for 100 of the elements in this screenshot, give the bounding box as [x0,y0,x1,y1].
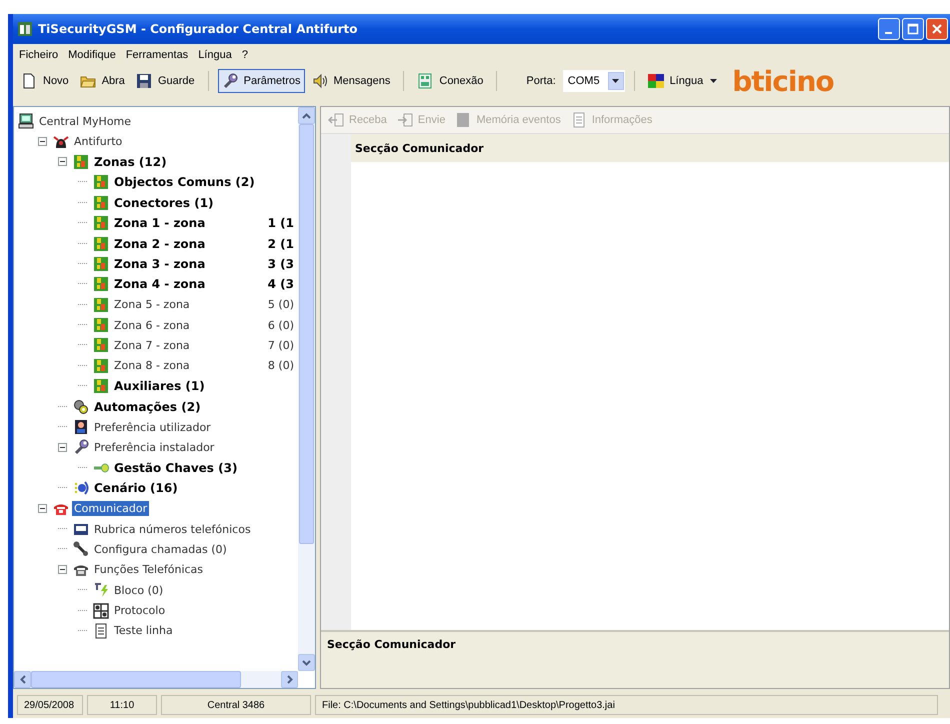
app-icon [17,21,33,37]
flags-icon [648,73,664,89]
tree-item[interactable]: Zona 7 - zona [112,338,192,353]
brand-logo: bticino [732,64,834,98]
dropdown-button[interactable] [608,72,624,90]
tool-icon [73,541,89,558]
tree-item[interactable]: Automações (2) [92,398,203,415]
menu-item[interactable]: Ficheiro [19,49,58,61]
port-dropdown[interactable]: COM5 [562,70,625,92]
tree-item[interactable]: Zona 2 - zona [112,236,208,252]
chevron-right-icon [286,675,292,684]
maximize-button[interactable] [902,18,924,40]
language-button[interactable]: Língua [644,69,722,93]
menu-item[interactable]: ? [242,49,248,61]
toolbar-button[interactable]: Abra [76,69,129,93]
chevron-down-icon [302,660,311,666]
item-count: 1 (1 [268,216,295,230]
section-title: Secção Comunicador [351,134,949,162]
collapse-toggle[interactable] [58,442,67,452]
tree-item[interactable]: Funções Telefónicas [92,562,206,578]
tree-item[interactable]: Protocolo [112,603,168,618]
tree-item[interactable]: Zona 8 - zona [112,358,192,374]
menu-item[interactable]: Modifique [68,49,116,61]
scene-icon [73,480,89,496]
minimize-button[interactable] [878,18,900,40]
item-count: 8 (0) [268,359,295,372]
scroll-left-button[interactable] [14,671,31,688]
send-icon [396,112,413,128]
zone-icon [93,317,109,334]
item-count: 7 (0) [268,338,295,352]
window-title: TiSecurityGSM - Configurador Central Antifurto [38,22,359,36]
status-field: File: C:\Documents and Settings\pubblicad1\Desktop\Progetto3.jai [315,695,938,715]
status-field: 11:10 [87,695,157,715]
tree-item[interactable]: Rubrica números telefónicos [92,522,253,536]
tree-item[interactable]: Zona 6 - zona [112,318,192,333]
tree-item[interactable]: Bloco (0) [112,582,166,598]
speaker-icon [312,73,328,89]
tree-item[interactable]: Zona 4 - zona [112,276,208,292]
scroll-down-button[interactable] [298,654,315,671]
status-field: Central 3486 [161,695,311,715]
horizontal-scrollbar[interactable] [14,671,298,688]
tree-item[interactable]: Configura chamadas (0) [92,542,229,557]
toolbar-button[interactable]: Novo [17,69,73,93]
maximize-icon [907,23,919,35]
status-field: 29/05/2008 [17,695,83,715]
scroll-thumb[interactable] [299,124,314,544]
tree-item[interactable]: Zona 3 - zona [112,256,208,272]
tree-item[interactable]: Cenário (16) [92,480,180,496]
zone-icon [93,378,109,394]
tree-item[interactable]: Comunicador [72,501,150,516]
document-icon [570,112,587,128]
zone-icon [93,194,109,211]
address-book-icon [73,521,89,537]
tree-item[interactable]: Antifurto [72,134,124,150]
tree-item[interactable]: Preferência utilizador [92,420,213,435]
user-icon [73,419,89,436]
tree-item[interactable]: Gestão Chaves (3) [112,460,240,476]
collapse-toggle[interactable] [38,137,47,146]
toolbar-button[interactable]: Mensagens [308,69,394,93]
zone-icon [73,154,89,170]
computer-icon [18,113,34,130]
collapse-toggle[interactable] [38,504,47,514]
scroll-right-button[interactable] [281,671,298,688]
tree-item[interactable]: Auxiliares (1) [112,378,207,394]
item-count: 3 (3 [268,256,295,271]
scroll-up-button[interactable] [298,107,315,124]
tree-item[interactable]: Zona 1 - zona [112,215,208,232]
tree-item[interactable]: Zonas (12) [92,154,169,170]
zone-icon [93,276,109,292]
tree-item[interactable]: Conectores (1) [112,194,216,211]
tree-item[interactable]: Zona 5 - zona [112,297,192,312]
caret-icon [612,79,620,83]
vertical-scrollbar[interactable] [298,107,315,671]
item-count: 4 (3 [268,277,295,292]
toolbar-button[interactable]: Conexão [413,69,488,93]
dropdown-value: COM5 [566,75,601,87]
zone-icon [93,174,109,190]
network-icon [417,73,434,89]
toolbar-button[interactable]: Parâmetros [218,69,304,93]
alarm-bell-icon [53,134,69,150]
zone-icon [93,215,109,232]
zone-icon [93,337,109,354]
collapse-toggle[interactable] [58,565,67,574]
tree-item[interactable]: Teste linha [112,623,175,638]
tree-item[interactable]: Preferência instalador [92,440,216,455]
scroll-thumb[interactable] [31,671,241,688]
zone-icon [93,256,109,272]
collapse-toggle[interactable] [58,157,67,166]
item-count: 2 (1 [268,236,295,251]
tree-item[interactable]: Central MyHome [37,114,134,129]
toolbar-button[interactable]: Guarde [132,69,199,93]
menu-item[interactable]: Ferramentas [126,49,188,61]
chevron-up-icon [302,112,311,118]
close-button[interactable] [926,18,948,40]
zone-icon [93,358,109,374]
menu-item[interactable]: Língua [198,49,232,61]
tree-item[interactable]: Objectos Comuns (2) [112,174,257,190]
wrench-icon [222,73,238,89]
memory-icon [455,112,472,128]
grid-icon [93,602,109,619]
